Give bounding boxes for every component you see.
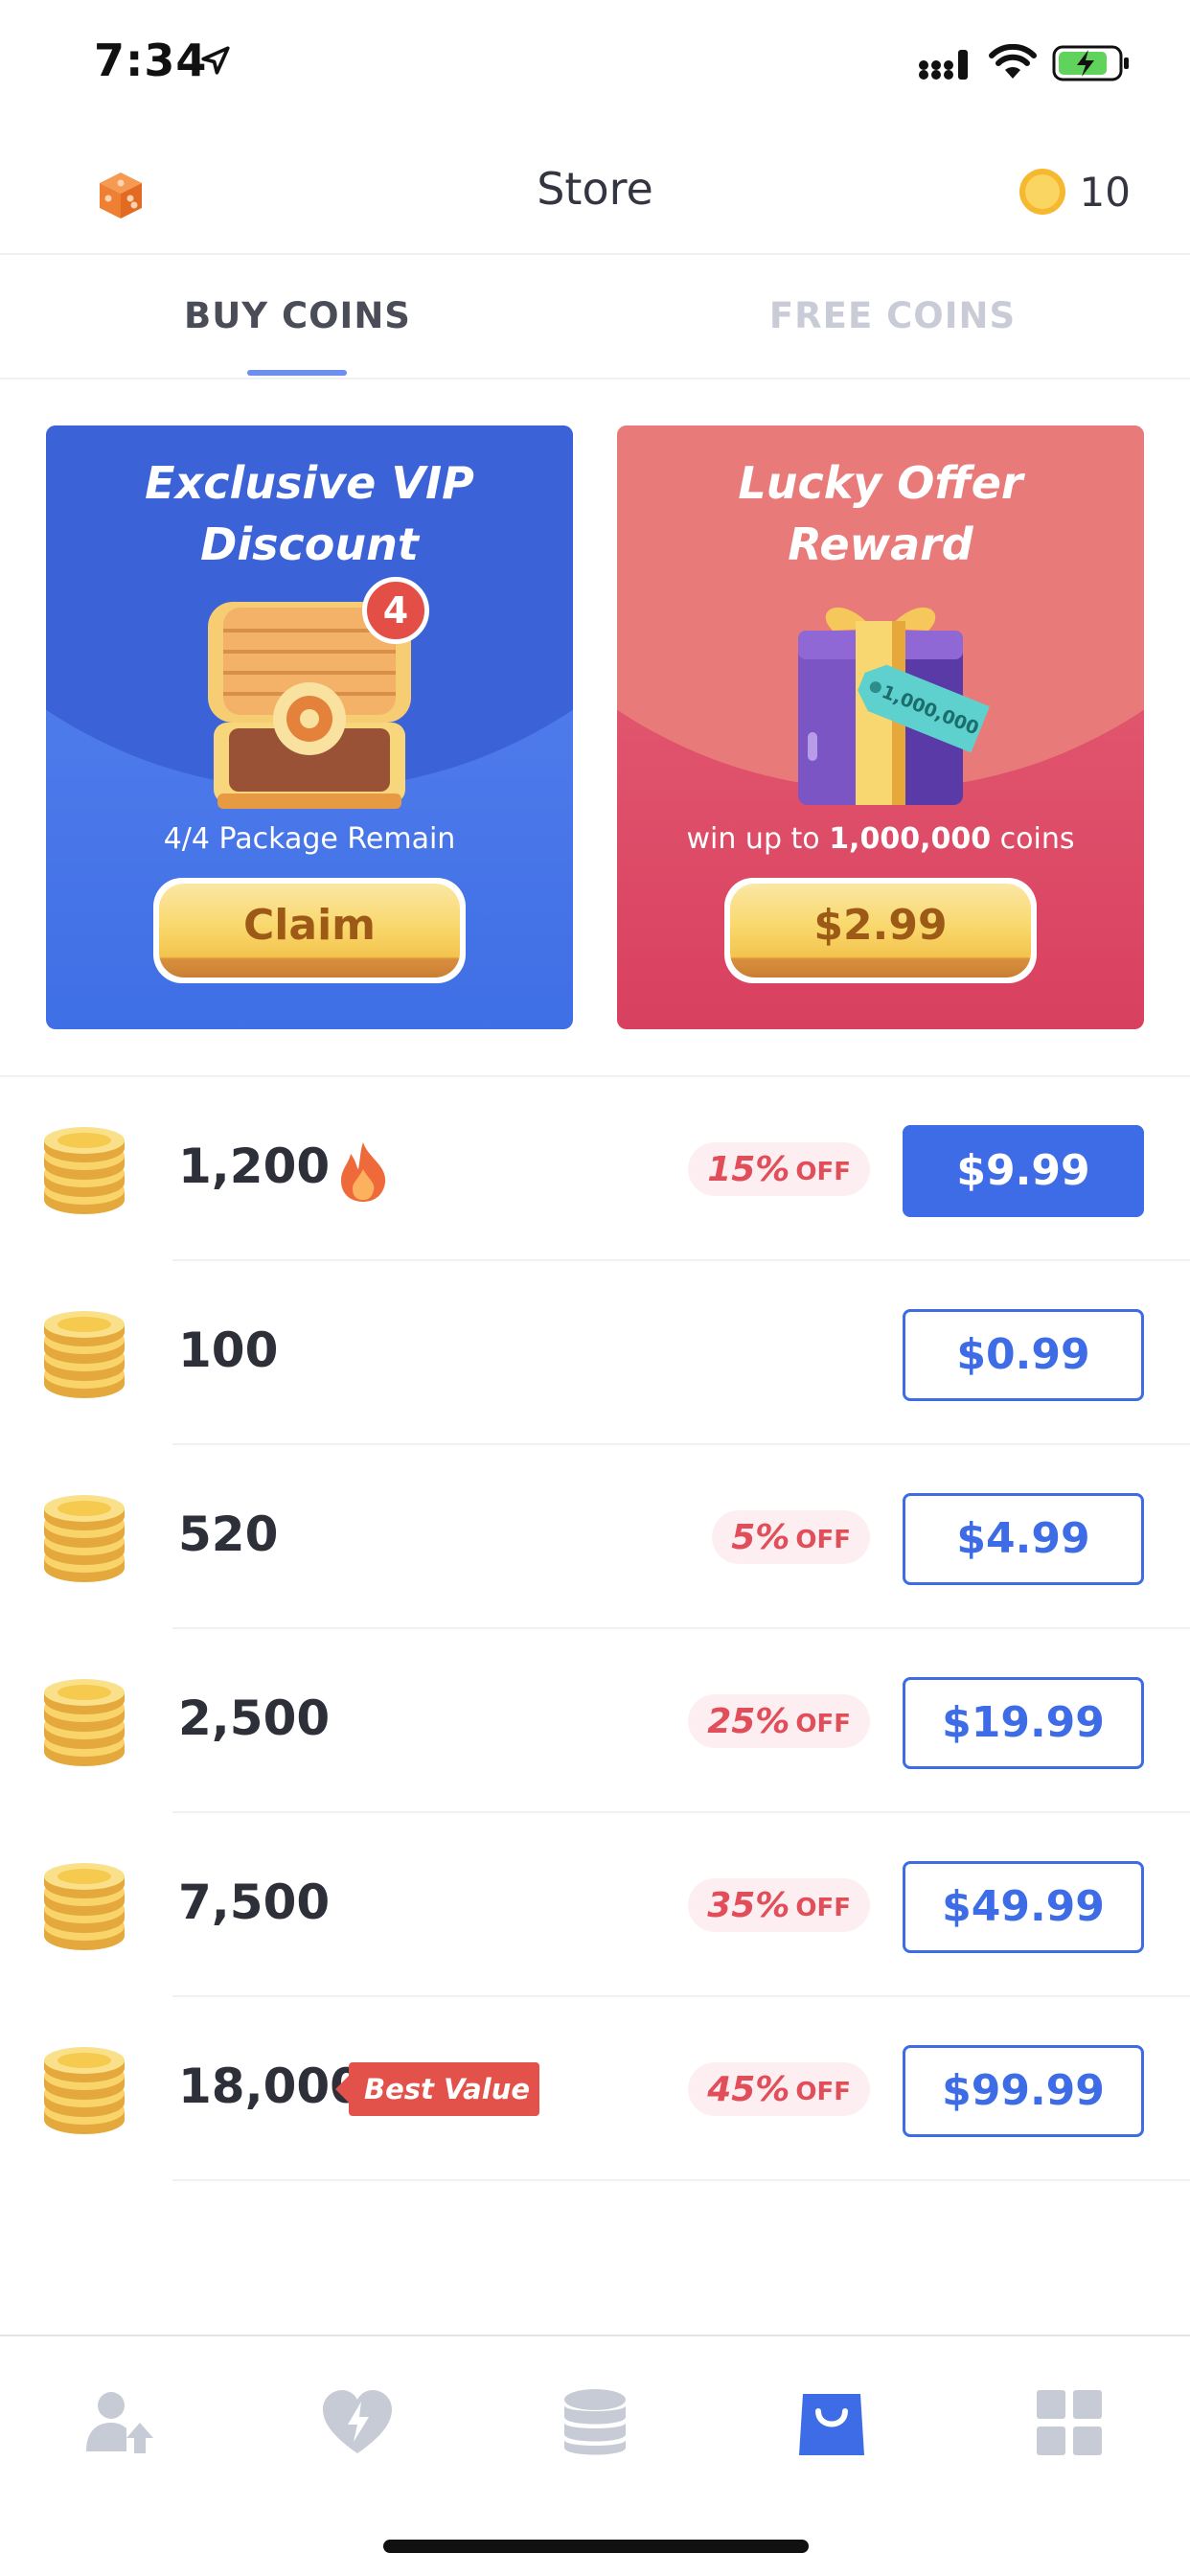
coin-stack-icon	[44, 1495, 125, 1582]
wifi-icon	[989, 44, 1037, 79]
status-time: 7:34	[94, 34, 208, 86]
discount-off-label: OFF	[795, 2078, 851, 2106]
coin-package-amount: 100	[178, 1322, 279, 1378]
page-title: Store	[537, 163, 653, 215]
coin-package-row[interactable]: 1,200 15% OFF $9.99	[0, 1077, 1190, 1261]
store-tabs: BUY COINS FREE COINS	[0, 255, 1190, 380]
row-divider	[172, 2179, 1190, 2181]
lucky-offer-card[interactable]: Lucky Offer Reward 1,000,000 win up to 1…	[617, 426, 1144, 1029]
vip-discount-card[interactable]: Exclusive VIP Discount 4 4/4 Package Rem…	[46, 426, 573, 1029]
coin-stack-icon	[44, 1679, 125, 1766]
vip-card-title: Exclusive VIP Discount	[46, 452, 573, 575]
home-indicator[interactable]	[383, 2540, 809, 2553]
discount-off-label: OFF	[795, 1710, 851, 1738]
lucky-offer-price-button[interactable]: $2.99	[724, 878, 1037, 983]
coin-package-amount: 7,500	[178, 1874, 331, 1930]
coin-package-row[interactable]: 520 5% OFF $4.99	[0, 1445, 1190, 1629]
buy-price-button[interactable]: $0.99	[903, 1309, 1144, 1401]
buy-price-button[interactable]: $19.99	[903, 1677, 1144, 1769]
claim-button[interactable]: Claim	[153, 878, 466, 983]
coin-stack-icon	[44, 2047, 125, 2134]
coin-package-row[interactable]: 18,000 Best Value 45% OFF $99.99	[0, 1997, 1190, 2181]
heart-bolt-icon[interactable]	[319, 2384, 396, 2461]
discount-badge: 25% OFF	[688, 1694, 870, 1748]
discount-badge: 45% OFF	[688, 2062, 870, 2116]
gift-box-icon: 1,000,000	[798, 607, 990, 805]
buy-price-button[interactable]: $4.99	[903, 1493, 1144, 1585]
coin-package-amount: 1,200	[178, 1138, 331, 1194]
coin-package-amount: 2,500	[178, 1690, 331, 1746]
status-bar: 7:34	[0, 0, 1190, 134]
coin-stack-icon	[44, 1311, 125, 1398]
coin-balance[interactable]: 10	[1018, 161, 1131, 222]
buy-price-button[interactable]: $49.99	[903, 1861, 1144, 1953]
vip-card-subtitle: 4/4 Package Remain	[163, 822, 456, 856]
lucky-subtitle-amount: 1,000,000	[829, 822, 992, 856]
lucky-card-subtitle: win up to 1,000,000 coins	[617, 822, 1144, 856]
coin-balance-count: 10	[1079, 168, 1131, 216]
store-bag-icon[interactable]	[793, 2384, 870, 2461]
discount-percent: 5%	[731, 1517, 790, 1557]
coin-package-amount: 520	[178, 1506, 279, 1562]
discount-percent: 25%	[707, 1701, 790, 1741]
lucky-subtitle-prefix: win up to	[686, 822, 830, 856]
coin-package-list: 1,200 15% OFF $9.99 100 $0.99 520 5% OFF…	[0, 1075, 1190, 2181]
buy-price-button[interactable]: $99.99	[903, 2045, 1144, 2137]
active-tab-indicator	[247, 370, 347, 376]
discount-percent: 35%	[707, 1885, 790, 1925]
coin-package-row[interactable]: 2,500 25% OFF $19.99	[0, 1629, 1190, 1813]
store-header: Store 10	[0, 134, 1190, 255]
discount-off-label: OFF	[795, 1158, 851, 1186]
vip-count-badge: 4	[362, 577, 429, 644]
location-arrow-icon	[201, 46, 230, 75]
buy-price-button[interactable]: $9.99	[903, 1125, 1144, 1217]
coin-package-row[interactable]: 100 $0.99	[0, 1261, 1190, 1445]
tab-free-coins[interactable]: FREE COINS	[595, 255, 1190, 380]
discount-off-label: OFF	[795, 1526, 851, 1554]
coin-stack-icon	[44, 1863, 125, 1950]
discount-percent: 45%	[707, 2069, 790, 2109]
lucky-title-line1: Lucky Offer	[738, 457, 1023, 509]
discount-off-label: OFF	[795, 1894, 851, 1922]
fire-icon	[341, 1142, 386, 1202]
coins-stack-icon[interactable]	[557, 2384, 633, 2461]
battery-icon	[1052, 45, 1129, 81]
coin-icon	[1018, 169, 1065, 215]
lucky-title-line2: Reward	[788, 518, 973, 570]
lucky-card-title: Lucky Offer Reward	[617, 452, 1144, 575]
discount-percent: 15%	[707, 1149, 790, 1189]
user-boost-icon[interactable]	[82, 2384, 159, 2461]
discount-badge: 35% OFF	[688, 1878, 870, 1932]
tab-buy-coins[interactable]: BUY COINS	[0, 255, 595, 380]
vip-title-line1: Exclusive VIP	[145, 457, 474, 509]
lucky-offer-price-label: $2.99	[730, 884, 1031, 978]
lucky-subtitle-suffix: coins	[991, 822, 1075, 856]
vip-title-line2: Discount	[200, 518, 419, 570]
discount-badge: 15% OFF	[688, 1142, 870, 1196]
discount-badge: 5% OFF	[712, 1510, 870, 1564]
best-value-badge: Best Value	[334, 2062, 540, 2116]
coin-package-row[interactable]: 7,500 35% OFF $49.99	[0, 1813, 1190, 1997]
claim-button-label: Claim	[159, 884, 460, 978]
cellular-signal-icon	[919, 50, 968, 80]
grid-icon[interactable]	[1031, 2384, 1108, 2461]
coin-stack-icon	[44, 1127, 125, 1214]
